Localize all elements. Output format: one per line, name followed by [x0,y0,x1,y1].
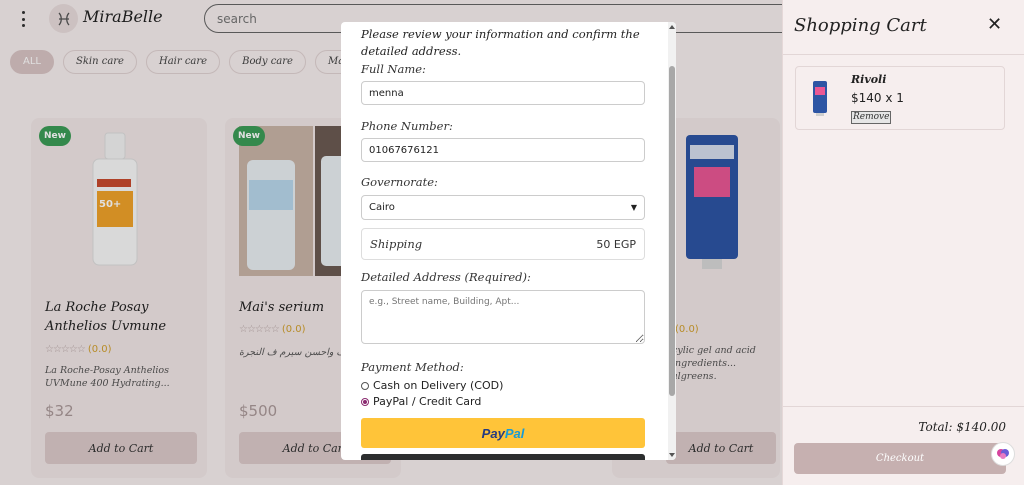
remove-button[interactable]: Remove [851,111,892,124]
checkout-modal: Please review your information and confi… [341,22,676,460]
chevron-down-icon: ▼ [630,203,637,212]
card-payment-button[interactable] [361,454,645,460]
phone-label: Phone Number: [361,119,453,133]
governorate-value: Cairo [369,202,395,213]
brain-icon[interactable] [991,442,1015,466]
paypal-button[interactable]: Pay Pal [361,418,645,448]
paypal-logo-left: Pay [481,425,505,441]
close-icon[interactable]: ✕ [987,15,1002,35]
payment-label: Payment Method: [361,360,464,374]
divider [783,406,1024,407]
shipping-label: Shipping [370,237,423,251]
shipping-row: Shipping 50 EGP [361,228,645,260]
shipping-value: 50 EGP [596,237,636,251]
payment-option-label: Cash on Delivery (COD) [373,379,504,392]
radio-paypal[interactable] [361,397,369,406]
payment-option-label: PayPal / Credit Card [373,395,482,408]
governorate-select[interactable]: Cairo ▼ [361,195,645,220]
cart-total: Total: $140.00 [918,420,1006,434]
checkout-button[interactable]: Checkout [794,443,1006,474]
governorate-label: Governorate: [361,175,438,189]
divider [783,54,1024,55]
shopping-cart-panel: Shopping Cart ✕ Rivoli $140 x 1 Remove T… [782,0,1024,485]
address-label: Detailed Address (Required): [361,270,531,284]
modal-scrollbar[interactable] [668,22,676,460]
cart-item-name: Rivoli [851,73,887,86]
scroll-thumb[interactable] [669,66,675,396]
cart-item: Rivoli $140 x 1 Remove [795,66,1005,130]
cart-item-image [808,79,832,117]
modal-intro: Please review your information and confi… [361,27,640,58]
cart-item-qty: $140 x 1 [851,91,904,105]
full-name-label: Full Name: [361,62,426,76]
radio-cod[interactable] [361,381,369,390]
paypal-logo-right: Pal [504,425,525,441]
scroll-up-icon[interactable] [669,25,675,29]
phone-input[interactable] [361,138,645,162]
payment-option-paypal[interactable]: PayPal / Credit Card [361,395,481,408]
cart-title: Shopping Cart [794,15,927,36]
full-name-input[interactable] [361,81,645,105]
address-textarea[interactable] [361,290,645,344]
payment-option-cod[interactable]: Cash on Delivery (COD) [361,379,503,392]
scroll-down-icon[interactable] [669,453,675,457]
